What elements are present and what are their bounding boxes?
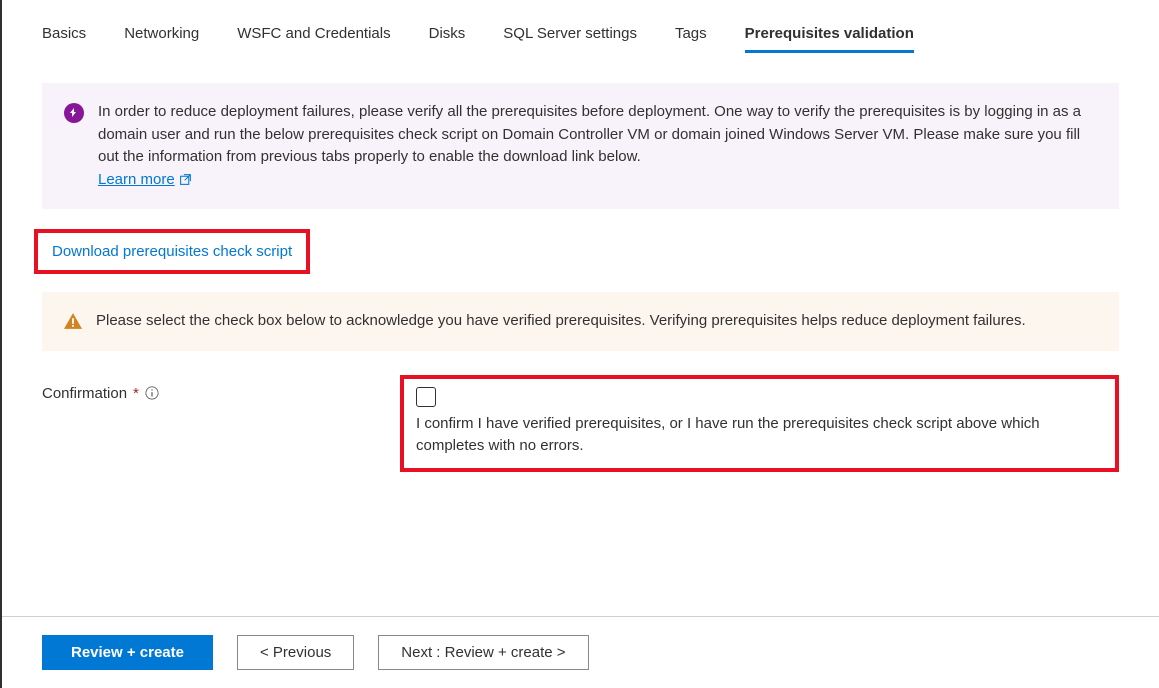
review-create-button[interactable]: Review + create: [42, 635, 213, 670]
rocket-icon: [64, 103, 84, 123]
learn-more-link[interactable]: Learn more: [98, 169, 192, 192]
confirmation-checkbox[interactable]: [416, 387, 436, 407]
confirmation-row: Confirmation * I confirm I have verified…: [42, 375, 1119, 472]
tabs-nav: Basics Networking WSFC and Credentials D…: [42, 25, 1119, 53]
download-prerequisites-link[interactable]: Download prerequisites check script: [52, 243, 292, 260]
tab-basics[interactable]: Basics: [42, 25, 86, 53]
confirmation-text: I confirm I have verified prerequisites,…: [416, 413, 1103, 458]
info-box: In order to reduce deployment failures, …: [42, 83, 1119, 209]
warning-text: Please select the check box below to ack…: [96, 310, 1026, 333]
warning-icon: [64, 312, 82, 330]
external-link-icon: [179, 173, 192, 186]
tab-wsfc-credentials[interactable]: WSFC and Credentials: [237, 25, 390, 53]
tab-sql-server-settings[interactable]: SQL Server settings: [503, 25, 637, 53]
tab-tags[interactable]: Tags: [675, 25, 707, 53]
footer-actions: Review + create < Previous Next : Review…: [2, 616, 1159, 688]
confirmation-content-highlight: I confirm I have verified prerequisites,…: [400, 375, 1119, 472]
required-asterisk: *: [133, 385, 139, 402]
confirmation-label: Confirmation *: [42, 375, 400, 402]
info-text: In order to reduce deployment failures, …: [98, 103, 1081, 165]
confirmation-label-text: Confirmation: [42, 385, 127, 402]
learn-more-label: Learn more: [98, 169, 175, 192]
tab-prerequisites-validation[interactable]: Prerequisites validation: [745, 25, 914, 53]
previous-button[interactable]: < Previous: [237, 635, 354, 670]
tab-networking[interactable]: Networking: [124, 25, 199, 53]
info-icon[interactable]: [145, 386, 159, 400]
tab-disks[interactable]: Disks: [429, 25, 466, 53]
warning-box: Please select the check box below to ack…: [42, 292, 1119, 351]
download-link-highlight: Download prerequisites check script: [34, 229, 310, 274]
next-button[interactable]: Next : Review + create >: [378, 635, 588, 670]
